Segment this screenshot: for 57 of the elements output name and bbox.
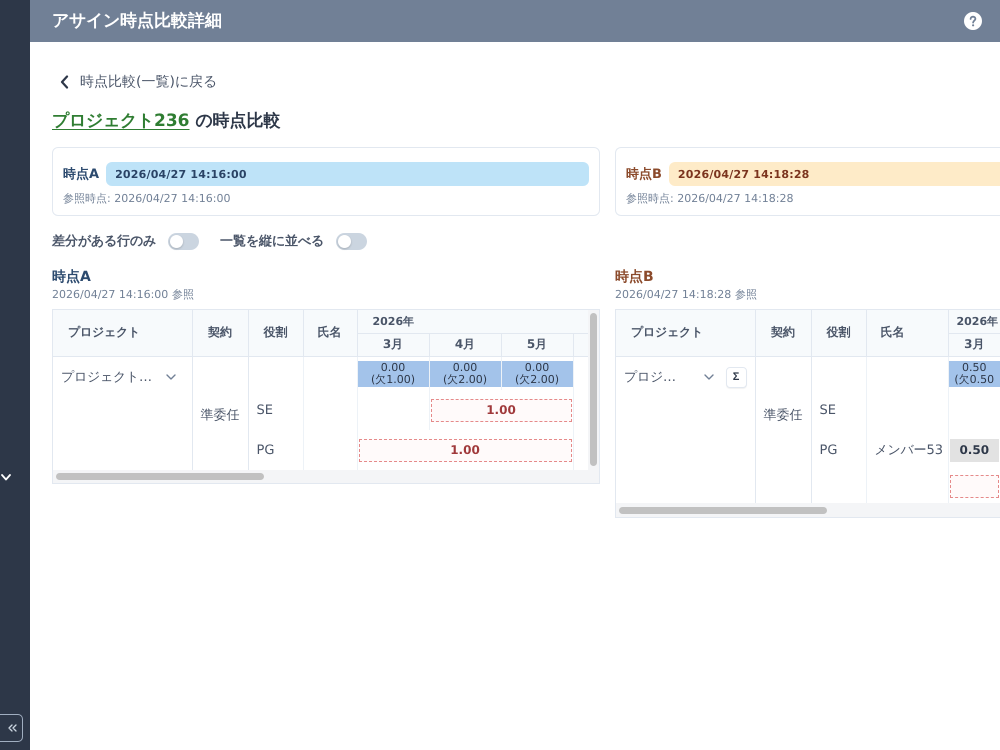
month-header: 5月 (501, 333, 573, 356)
month-header: 4月 (429, 333, 501, 356)
snapshot-label: 時点A (63, 166, 100, 183)
column-header: 役割 (811, 310, 866, 356)
scrollbar-thumb[interactable] (619, 506, 827, 514)
allocation-value: 0.00 (452, 362, 478, 374)
shortage-note: (欠2.00) (514, 374, 560, 386)
sum-button[interactable]: Σ (726, 366, 746, 388)
planned-hours: 1.00 (358, 438, 572, 462)
double-chevron-left-icon (8, 724, 17, 732)
page-title: の時点比較 (196, 110, 280, 132)
table-cell: メンバー53 (866, 430, 948, 470)
planned-hours: 1.00 (430, 398, 572, 422)
column-header: 氏名 (303, 310, 357, 356)
project-name: プロジェクト… (61, 369, 152, 386)
shortage-note: (欠1.00) (370, 374, 416, 386)
snapshot-label: 時点B (626, 166, 662, 183)
column-header: 役割 (248, 310, 303, 356)
assigned-hours: 0.50 (950, 438, 999, 462)
collapse-button[interactable] (0, 714, 23, 742)
project-name: プロジ… (624, 369, 676, 386)
toggle-switch[interactable] (336, 232, 367, 250)
table-cell: PG (811, 430, 866, 470)
scrollbar-thumb[interactable] (56, 473, 264, 480)
year-header: 2026年 (357, 310, 588, 333)
shortage-note: (欠0.50 (954, 374, 994, 386)
allocation-value: 0.00 (524, 362, 550, 374)
column-header: 契約 (192, 310, 248, 356)
reference-time: 参照時点: 2026/04/27 14:18:28 (626, 192, 794, 206)
table-cell: SE (811, 390, 866, 430)
project-link[interactable]: プロジェクト236 (52, 110, 190, 132)
timestamp-bar: 2026/04/27 14:16:00 (106, 162, 589, 186)
column-header: 契約 (755, 310, 811, 356)
year-header: 2026年 (948, 310, 1000, 333)
scrollbar-thumb[interactable] (590, 313, 597, 466)
page-header-title: アサイン時点比較詳細 (52, 10, 222, 32)
month-header: 3月 (948, 333, 1000, 356)
reference-time: 参照時点: 2026/04/27 14:16:00 (63, 192, 231, 206)
section-caption: 2026/04/27 14:18:28 参照 (615, 288, 757, 302)
section-caption: 2026/04/27 14:16:00 参照 (52, 288, 194, 302)
column-header: プロジェクト (616, 310, 755, 356)
column-header: 氏名 (866, 310, 948, 356)
table-cell: SE (248, 390, 303, 430)
allocation-value: 0.50 (962, 362, 986, 374)
toggle-label: 一覧を縦に並べる (220, 233, 324, 250)
shortage-note: (欠2.00) (442, 374, 488, 386)
toggle-label: 差分がある行のみ (52, 233, 156, 250)
column-header: プロジェクト (53, 310, 192, 356)
allocation-value: 0.00 (380, 362, 406, 374)
toggle-switch[interactable] (168, 232, 199, 250)
help-icon[interactable] (964, 12, 982, 30)
chevron-left-icon (60, 75, 69, 89)
month-header: 3月 (357, 333, 429, 356)
section-heading: 時点B (615, 268, 654, 286)
section-heading: 時点A (52, 268, 91, 286)
back-link[interactable]: 時点比較(一覧)に戻る (60, 72, 217, 92)
timestamp-bar: 2026/04/27 14:18:28 (668, 162, 1000, 186)
